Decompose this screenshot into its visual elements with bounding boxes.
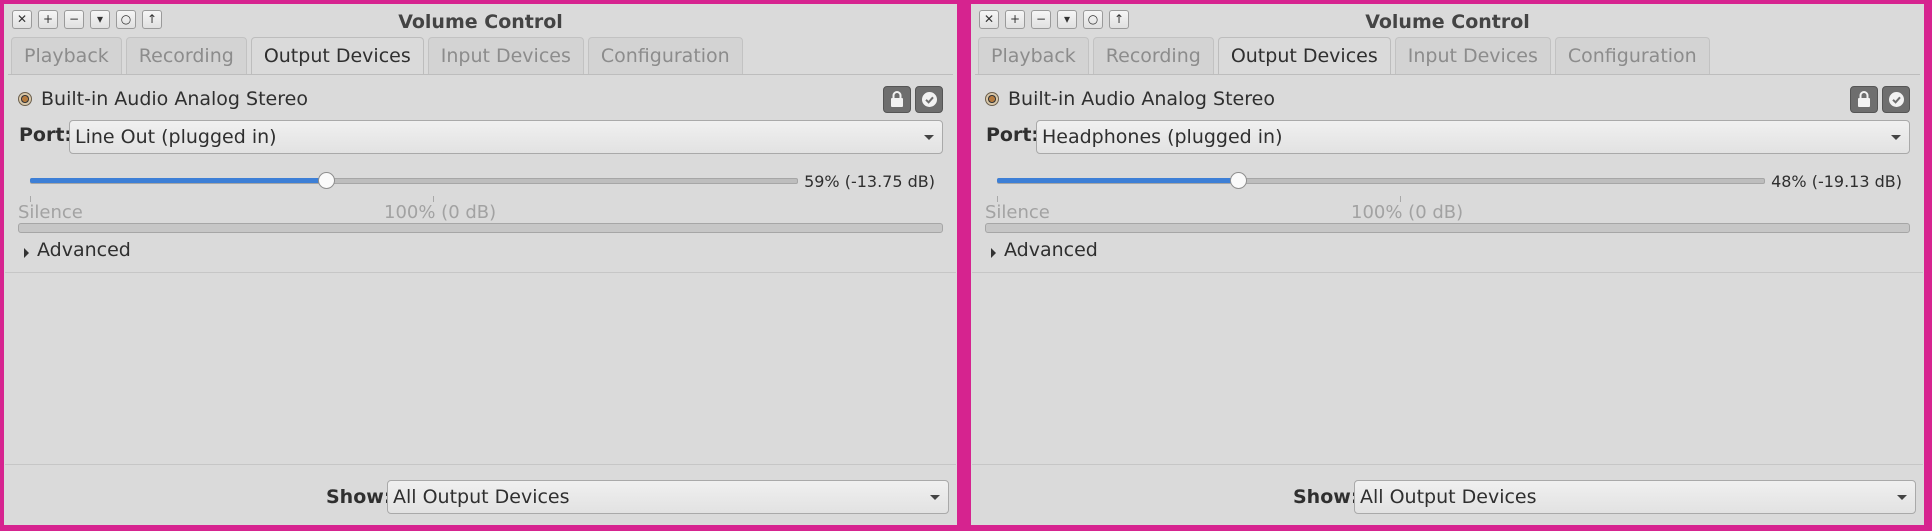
port-dropdown[interactable]: Headphones (plugged in) bbox=[1036, 120, 1910, 154]
advanced-expander[interactable]: Advanced bbox=[37, 239, 131, 261]
titlebar: ✕ + − ▾ ○ ↑ Volume Control bbox=[4, 4, 957, 36]
slider-fill bbox=[30, 178, 326, 183]
tab-output-devices[interactable]: Output Devices bbox=[250, 37, 424, 75]
show-value: All Output Devices bbox=[1360, 486, 1537, 508]
tab-output-devices[interactable]: Output Devices bbox=[1217, 37, 1391, 75]
port-value: Headphones (plugged in) bbox=[1042, 126, 1283, 148]
chevron-down-icon bbox=[924, 135, 934, 140]
speaker-icon bbox=[18, 92, 32, 106]
port-label: Port: bbox=[19, 124, 73, 146]
volume-control-window-left: ✕ + − ▾ ○ ↑ Volume Control Playback Reco… bbox=[4, 4, 957, 525]
slider-thumb[interactable] bbox=[318, 172, 335, 189]
speaker-icon bbox=[985, 92, 999, 106]
show-dropdown[interactable]: All Output Devices bbox=[387, 480, 949, 514]
slider-fill bbox=[997, 178, 1238, 183]
port-value: Line Out (plugged in) bbox=[75, 126, 277, 148]
tab-input-devices[interactable]: Input Devices bbox=[427, 37, 584, 74]
show-dropdown[interactable]: All Output Devices bbox=[1354, 480, 1916, 514]
peak-meter bbox=[985, 223, 1910, 233]
chevron-down-icon bbox=[1891, 135, 1901, 140]
tab-playback[interactable]: Playback bbox=[11, 37, 122, 74]
port-dropdown[interactable]: Line Out (plugged in) bbox=[69, 120, 943, 154]
bottom-separator bbox=[5, 464, 956, 465]
reference-label: 100% (0 dB) bbox=[384, 202, 497, 223]
tab-configuration[interactable]: Configuration bbox=[1554, 37, 1710, 74]
tab-divider bbox=[8, 74, 953, 75]
window-title: Volume Control bbox=[398, 11, 563, 33]
show-label: Show: bbox=[1293, 486, 1359, 508]
lock-channels-button[interactable] bbox=[883, 86, 911, 113]
slider-thumb[interactable] bbox=[1230, 172, 1247, 189]
window-title: Volume Control bbox=[1365, 11, 1530, 33]
bottom-separator bbox=[972, 464, 1923, 465]
show-value: All Output Devices bbox=[393, 486, 570, 508]
volume-slider[interactable] bbox=[997, 170, 1765, 190]
tab-divider bbox=[975, 74, 1920, 75]
volume-value: 48% (-19.13 dB) bbox=[1771, 172, 1902, 191]
titlebar: ✕ + − ▾ ○ ↑ Volume Control bbox=[971, 4, 1924, 36]
tab-configuration[interactable]: Configuration bbox=[587, 37, 743, 74]
tab-playback[interactable]: Playback bbox=[978, 37, 1089, 74]
lock-icon bbox=[1858, 91, 1870, 107]
tab-input-devices[interactable]: Input Devices bbox=[1394, 37, 1551, 74]
check-circle-icon bbox=[1889, 92, 1904, 107]
tab-bar: Playback Recording Output Devices Input … bbox=[978, 37, 1710, 75]
port-label: Port: bbox=[986, 124, 1040, 146]
chevron-down-icon bbox=[930, 495, 940, 500]
set-default-button[interactable] bbox=[915, 86, 943, 113]
lock-channels-button[interactable] bbox=[1850, 86, 1878, 113]
chevron-down-icon bbox=[1897, 495, 1907, 500]
device-panel: Built-in Audio Analog Stereo Port: Line … bbox=[18, 86, 943, 276]
expander-arrow-icon[interactable] bbox=[991, 248, 996, 258]
reference-label: 100% (0 dB) bbox=[1351, 202, 1464, 223]
show-label: Show: bbox=[326, 486, 392, 508]
volume-control-window-right: ✕ + − ▾ ○ ↑ Volume Control Playback Reco… bbox=[971, 4, 1924, 525]
lock-icon bbox=[891, 91, 903, 107]
device-separator bbox=[5, 272, 956, 273]
device-name: Built-in Audio Analog Stereo bbox=[1008, 88, 1275, 110]
tab-recording[interactable]: Recording bbox=[125, 37, 247, 74]
expander-arrow-icon[interactable] bbox=[24, 248, 29, 258]
device-separator bbox=[972, 272, 1923, 273]
silence-label: Silence bbox=[18, 202, 83, 223]
device-panel: Built-in Audio Analog Stereo Port: Headp… bbox=[985, 86, 1910, 276]
advanced-expander[interactable]: Advanced bbox=[1004, 239, 1098, 261]
set-default-button[interactable] bbox=[1882, 86, 1910, 113]
check-circle-icon bbox=[922, 92, 937, 107]
device-name: Built-in Audio Analog Stereo bbox=[41, 88, 308, 110]
volume-slider[interactable] bbox=[30, 170, 798, 190]
volume-value: 59% (-13.75 dB) bbox=[804, 172, 935, 191]
silence-label: Silence bbox=[985, 202, 1050, 223]
tab-bar: Playback Recording Output Devices Input … bbox=[11, 37, 743, 75]
tab-recording[interactable]: Recording bbox=[1092, 37, 1214, 74]
peak-meter bbox=[18, 223, 943, 233]
